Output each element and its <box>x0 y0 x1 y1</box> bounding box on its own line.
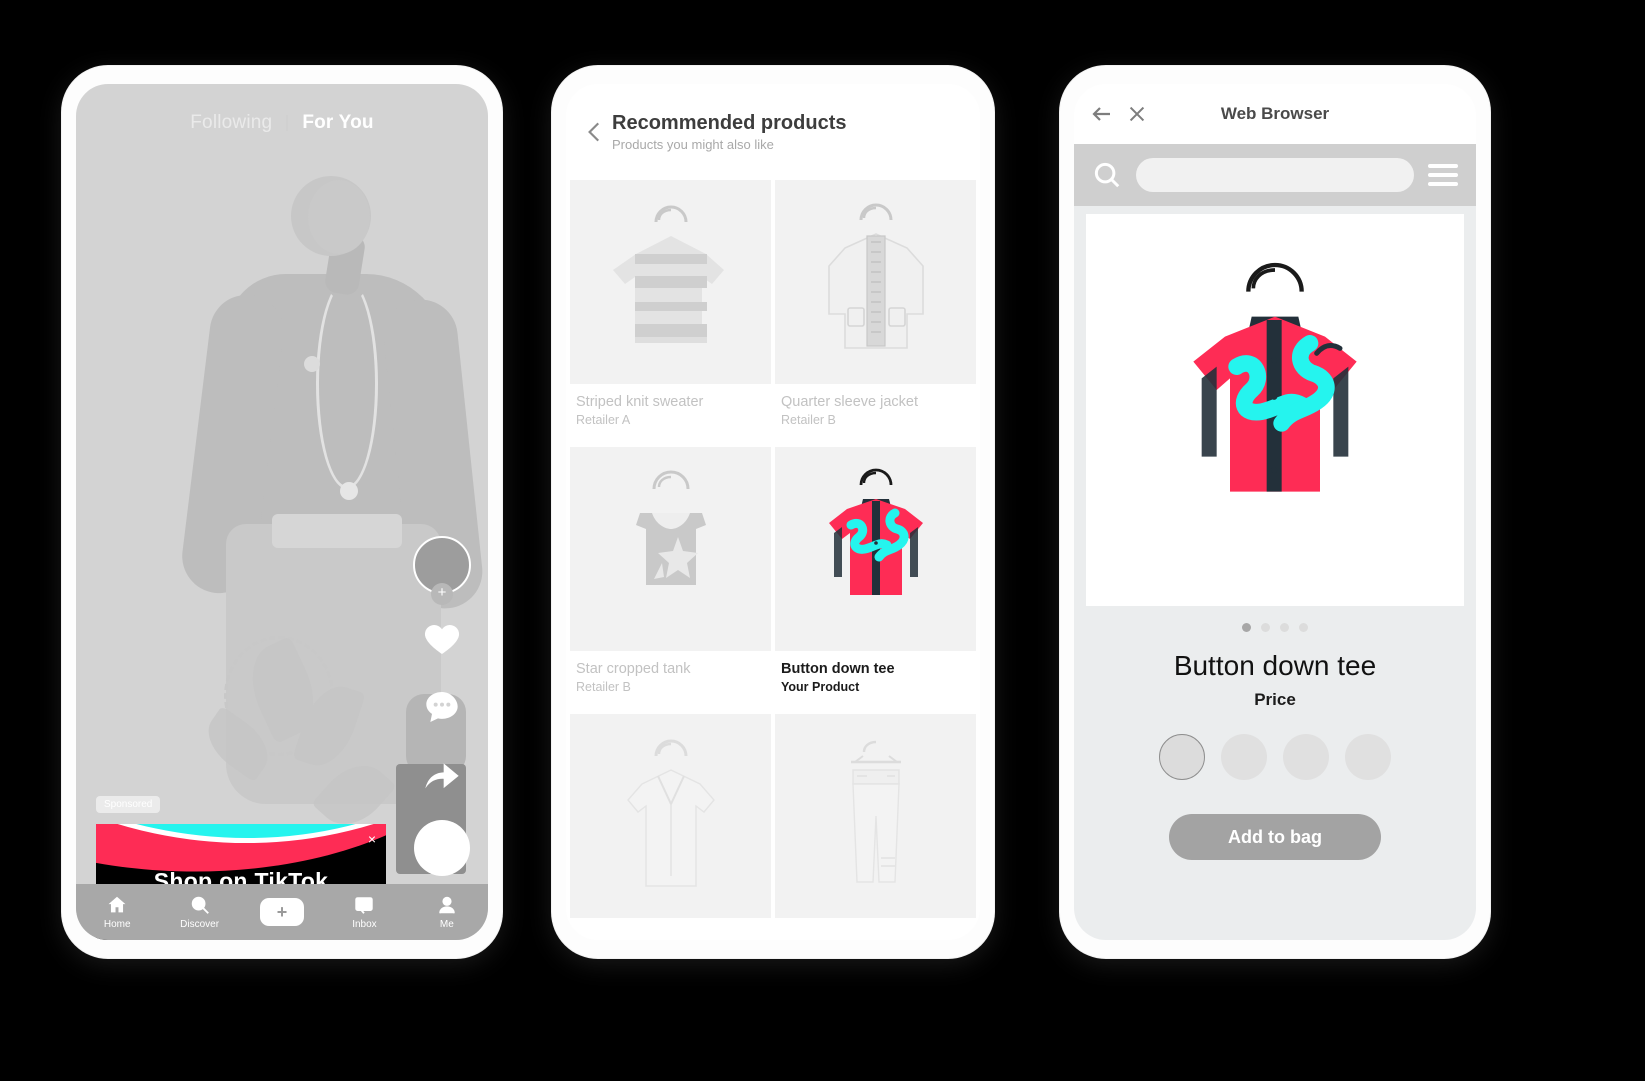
ad-close-icon[interactable]: × <box>368 832 376 846</box>
product-name: Star cropped tank <box>576 661 691 677</box>
product-retailer: Your Product <box>781 680 860 694</box>
bottom-navigation-bar: Home Discover + Inbox Me <box>76 884 488 940</box>
close-icon[interactable] <box>1126 103 1148 125</box>
web-browser-screen: Web Browser Button down tee Price Add to… <box>1074 84 1476 940</box>
nav-label-home: Home <box>103 919 131 930</box>
browser-chrome-bar <box>1074 144 1476 206</box>
feed-tab-bar: Following For You <box>76 112 488 134</box>
product-thumbnail <box>775 447 976 651</box>
add-to-bag-button[interactable]: Add to bag <box>1169 814 1381 860</box>
product-retailer: Retailer B <box>781 413 836 427</box>
recommendations-header: Recommended products Products you might … <box>566 84 980 180</box>
browser-title-bar: Web Browser <box>1074 84 1476 144</box>
person-icon <box>439 896 455 914</box>
gallery-dot-3[interactable] <box>1280 623 1289 632</box>
url-input[interactable] <box>1136 158 1414 192</box>
comment-icon[interactable] <box>419 684 465 730</box>
pants-illustration <box>850 740 901 883</box>
gallery-dot-2[interactable] <box>1261 623 1270 632</box>
quarter-sleeve-jacket-illustration <box>827 203 924 349</box>
product-retailer: Retailer B <box>576 680 631 694</box>
inbox-icon <box>355 897 374 914</box>
product-meta <box>570 918 771 940</box>
nav-label-me: Me <box>439 919 454 930</box>
product-card[interactable] <box>570 714 771 940</box>
product-meta: Button down tee Your Product <box>775 651 976 710</box>
product-meta: Quarter sleeve jacket Retailer B <box>775 384 976 443</box>
gallery-dot-4[interactable] <box>1299 623 1308 632</box>
share-icon[interactable] <box>419 752 465 798</box>
recommendations-header-text: Recommended products Products you might … <box>612 112 846 152</box>
product-detail-page: Button down tee Price Add to bag <box>1074 206 1476 940</box>
feed-action-rail: + <box>410 536 474 876</box>
gallery-dot-1[interactable] <box>1242 623 1251 632</box>
product-thumbnail <box>570 180 771 384</box>
follow-plus-icon[interactable]: + <box>431 583 453 605</box>
product-grid: Striped knit sweater Retailer A Quarter … <box>566 180 980 940</box>
hamburger-menu-icon[interactable] <box>1428 164 1458 186</box>
gallery-pagination-dots <box>1074 623 1476 632</box>
search-icon <box>191 896 209 914</box>
sponsored-badge: Sponsored <box>96 796 161 813</box>
nav-item-inbox[interactable]: Inbox <box>323 894 405 930</box>
search-icon[interactable] <box>1092 160 1122 190</box>
phone-mockup-recommendations: Recommended products Products you might … <box>552 66 994 958</box>
color-swatch-group <box>1074 734 1476 780</box>
color-swatch-1[interactable] <box>1159 734 1205 780</box>
product-name: Striped knit sweater <box>576 394 704 410</box>
page-title: Recommended products <box>612 112 847 134</box>
product-retailer: Retailer A <box>576 413 631 427</box>
home-icon <box>108 896 126 913</box>
button-down-tee-illustration <box>828 468 923 595</box>
tab-divider <box>286 115 289 131</box>
nav-item-home[interactable]: Home <box>76 894 158 930</box>
page-subtitle: Products you might also like <box>612 137 774 152</box>
music-disc-icon[interactable] <box>414 820 470 876</box>
nav-item-me[interactable]: Me <box>406 894 488 930</box>
product-title: Button down tee <box>1173 650 1377 681</box>
product-name: Quarter sleeve jacket <box>781 394 919 410</box>
nav-label-discover: Discover <box>180 919 220 930</box>
recommendations-screen: Recommended products Products you might … <box>566 84 980 940</box>
phone-mockup-web-browser: Web Browser Button down tee Price Add to… <box>1060 66 1490 958</box>
product-meta <box>775 918 976 940</box>
nav-label-inbox: Inbox <box>352 919 377 930</box>
product-thumbnail <box>570 447 771 651</box>
robe-illustration <box>626 739 715 887</box>
phone-mockup-feed: Following For You + Sponsored × Shop on … <box>62 66 502 958</box>
avatar[interactable]: + <box>413 536 471 605</box>
color-swatch-4[interactable] <box>1345 734 1391 780</box>
product-price: Price <box>1254 690 1296 709</box>
product-card[interactable]: Star cropped tank Retailer B <box>570 447 771 710</box>
arrow-left-icon[interactable] <box>1090 102 1114 126</box>
chevron-left-icon[interactable] <box>582 119 608 145</box>
heart-icon[interactable] <box>419 616 465 662</box>
star-cropped-tank-illustration <box>635 470 706 585</box>
button-down-tee-hero-illustration <box>1193 262 1357 492</box>
product-thumbnail <box>775 714 976 918</box>
striped-sweater-illustration <box>612 205 724 343</box>
feed-screen: Following For You + Sponsored × Shop on … <box>76 84 488 940</box>
product-card[interactable] <box>775 714 976 940</box>
product-name: Button down tee <box>781 661 895 677</box>
product-card[interactable]: Striped knit sweater Retailer A <box>570 180 771 443</box>
nav-item-create[interactable]: + <box>241 898 323 926</box>
product-hero-image[interactable] <box>1086 214 1464 606</box>
product-meta: Star cropped tank Retailer B <box>570 651 771 710</box>
color-swatch-3[interactable] <box>1283 734 1329 780</box>
color-swatch-2[interactable] <box>1221 734 1267 780</box>
create-plus-icon[interactable]: + <box>260 898 305 926</box>
tab-for-you[interactable]: For You <box>302 112 373 134</box>
product-card[interactable]: Quarter sleeve jacket Retailer B <box>775 180 976 443</box>
tab-following[interactable]: Following <box>190 112 272 134</box>
product-thumbnail <box>570 714 771 918</box>
product-thumbnail <box>775 180 976 384</box>
product-card-selected[interactable]: Button down tee Your Product <box>775 447 976 710</box>
nav-item-discover[interactable]: Discover <box>158 894 240 930</box>
product-meta: Striped knit sweater Retailer A <box>570 384 771 443</box>
screenshot-canvas: Following For You + Sponsored × Shop on … <box>0 0 1645 1081</box>
